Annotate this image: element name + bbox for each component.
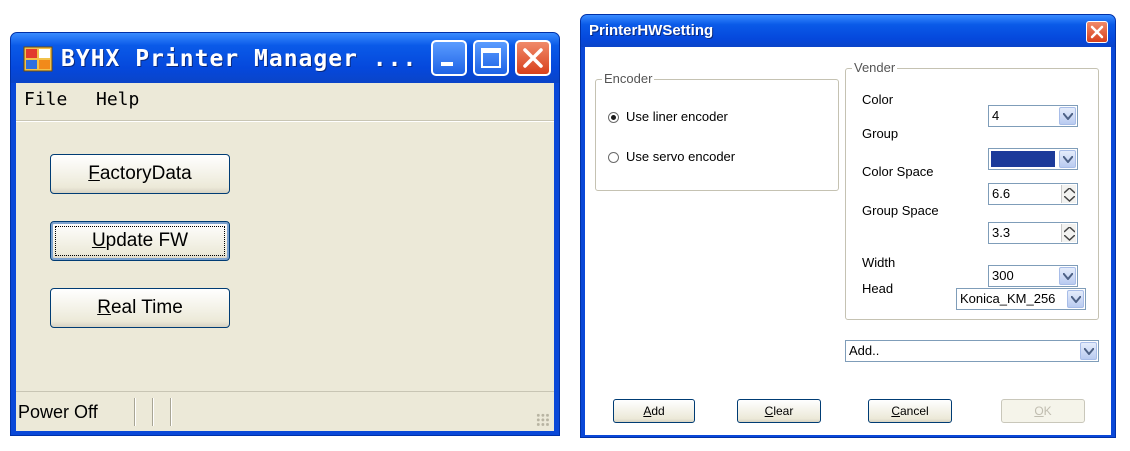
group-selected-value — [991, 151, 1055, 167]
button-label: actoryData — [99, 163, 192, 184]
window-title: BYHX Printer Manager ... — [61, 46, 418, 72]
button-label: lear — [773, 404, 794, 418]
vender-group: Vender Color 4 Group Color Space 6.6 Gro… — [845, 60, 1099, 320]
menu-file[interactable]: File — [24, 89, 67, 111]
menu-bar: File Help — [16, 83, 554, 117]
spin-buttons[interactable] — [1061, 185, 1076, 203]
ok-button[interactable]: OK — [1001, 399, 1085, 423]
spin-up-icon — [1064, 188, 1075, 194]
status-text: Power Off — [18, 402, 98, 422]
minimize-icon — [441, 62, 453, 66]
encoder-group-label: Encoder — [602, 71, 655, 87]
color-label: Color — [862, 92, 894, 107]
chevron-down-icon[interactable] — [1059, 107, 1076, 125]
chevron-down-icon[interactable] — [1080, 342, 1097, 360]
button-label: ancel — [899, 404, 929, 418]
encoder-group: Encoder Use liner encoder Use servo enco… — [595, 71, 839, 191]
color-space-value: 6.6 — [992, 186, 1011, 201]
maximize-icon — [481, 48, 501, 68]
color-space-spinner[interactable]: 6.6 — [988, 183, 1078, 205]
mnemonic: O — [1034, 404, 1044, 418]
mnemonic: R — [97, 297, 111, 318]
servo-encoder-radio[interactable] — [608, 152, 619, 163]
dialog-title: PrinterHWSetting — [589, 22, 714, 39]
button-label: dd — [651, 404, 665, 418]
liner-encoder-radio[interactable] — [608, 112, 619, 123]
width-select[interactable]: 300 — [988, 265, 1078, 287]
close-icon — [1090, 25, 1104, 39]
menu-help[interactable]: Help — [96, 89, 139, 111]
group-space-value: 3.3 — [992, 225, 1011, 240]
window-client-area: File Help FactoryData Update FW Real Tim… — [16, 83, 554, 431]
title-bar[interactable]: PrinterHWSetting — [581, 15, 1115, 47]
close-button[interactable] — [1086, 21, 1108, 43]
group-select[interactable] — [988, 148, 1078, 170]
focus-ring — [55, 226, 225, 256]
status-divider — [134, 398, 136, 426]
status-bar: Power Off — [16, 391, 554, 431]
color-value: 4 — [992, 108, 1000, 123]
button-label: eal Time — [110, 297, 183, 318]
head-label: Head — [862, 281, 894, 296]
cancel-button[interactable]: Cancel — [868, 399, 952, 423]
size-grip-icon[interactable] — [536, 413, 550, 427]
chevron-down-icon[interactable] — [1067, 290, 1084, 308]
button-label: K — [1043, 404, 1052, 418]
color-select[interactable]: 4 — [988, 105, 1078, 127]
factory-data-button[interactable]: FactoryData — [50, 154, 230, 194]
servo-encoder-label: Use servo encoder — [626, 149, 736, 164]
width-label: Width — [862, 255, 896, 270]
chevron-down-icon[interactable] — [1059, 267, 1076, 285]
group-label: Group — [862, 126, 899, 141]
width-value: 300 — [992, 268, 1014, 283]
close-button[interactable] — [515, 40, 551, 76]
real-time-button[interactable]: Real Time — [50, 288, 230, 328]
color-space-label: Color Space — [862, 164, 934, 179]
title-bar[interactable]: BYHX Printer Manager ... — [11, 33, 559, 83]
head-select[interactable]: Konica_KM_256 — [956, 288, 1086, 310]
group-space-spinner[interactable]: 3.3 — [988, 222, 1078, 244]
spin-down-icon — [1064, 235, 1075, 241]
status-divider — [170, 398, 172, 426]
vender-group-label: Vender — [852, 60, 898, 76]
group-space-label: Group Space — [862, 203, 939, 218]
status-divider — [152, 398, 154, 426]
add-button[interactable]: Add — [613, 399, 695, 423]
add-select[interactable]: Add.. — [845, 340, 1099, 362]
liner-encoder-label: Use liner encoder — [626, 109, 728, 124]
minimize-button[interactable] — [431, 40, 467, 76]
spin-up-icon — [1064, 227, 1075, 233]
spin-down-icon — [1064, 196, 1075, 202]
menu-divider — [16, 120, 554, 122]
mnemonic: F — [88, 163, 100, 184]
add-select-value: Add.. — [849, 343, 880, 358]
close-icon — [523, 48, 543, 68]
app-icon — [23, 46, 53, 72]
spin-buttons[interactable] — [1061, 224, 1076, 242]
clear-button[interactable]: Clear — [737, 399, 821, 423]
printer-manager-window: BYHX Printer Manager ... File Help Facto… — [10, 32, 560, 436]
dialog-client-area: Encoder Use liner encoder Use servo enco… — [585, 47, 1111, 435]
maximize-button[interactable] — [473, 40, 509, 76]
printer-hw-setting-dialog: PrinterHWSetting Encoder Use liner encod… — [580, 14, 1116, 438]
chevron-down-icon[interactable] — [1059, 150, 1076, 168]
head-value: Konica_KM_256 — [960, 291, 1056, 306]
mnemonic: C — [891, 404, 900, 418]
update-fw-button[interactable]: Update FW — [50, 221, 230, 261]
